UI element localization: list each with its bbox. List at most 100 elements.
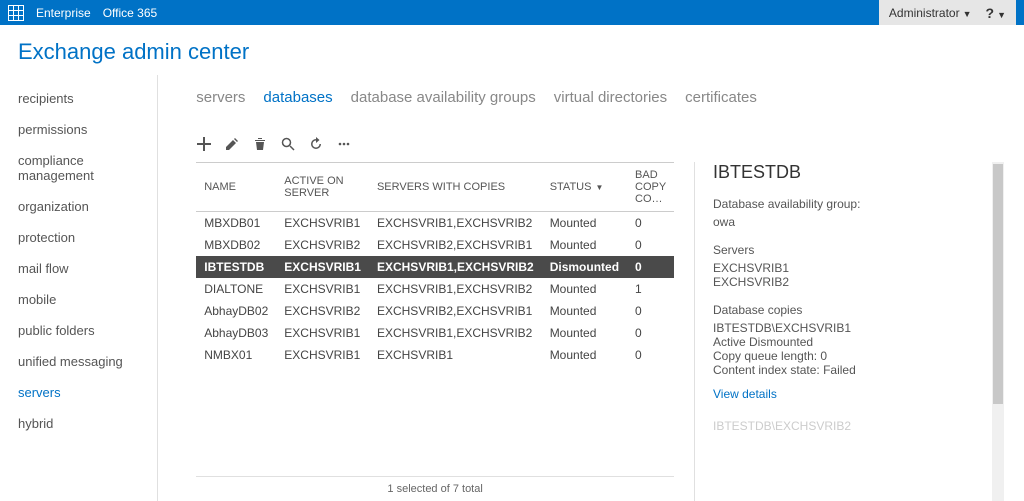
cell-name: AbhayDB03 — [196, 322, 276, 344]
cell-status: Mounted — [542, 322, 627, 344]
cell-bad: 0 — [627, 300, 674, 322]
cell-name: MBXDB02 — [196, 234, 276, 256]
copy-status: Active Dismounted — [713, 335, 990, 349]
tab-databases[interactable]: databases — [263, 89, 332, 106]
col-active-on[interactable]: ACTIVE ON SERVER — [276, 163, 369, 212]
leftnav-item-mobile[interactable]: mobile — [0, 284, 157, 315]
cell-copies: EXCHSVRIB1,EXCHSVRIB2 — [369, 322, 542, 344]
scrollbar-thumb[interactable] — [993, 164, 1003, 404]
col-bad-copy[interactable]: BAD COPY CO… — [627, 163, 674, 212]
table-row[interactable]: AbhayDB03EXCHSVRIB1EXCHSVRIB1,EXCHSVRIB2… — [196, 322, 674, 344]
help-icon[interactable]: ?▼ — [986, 5, 1006, 21]
cell-name: DIALTONE — [196, 278, 276, 300]
table-row[interactable]: MBXDB02EXCHSVRIB2EXCHSVRIB2,EXCHSVRIB1Mo… — [196, 234, 674, 256]
cell-bad: 0 — [627, 322, 674, 344]
leftnav-item-servers[interactable]: servers — [0, 377, 157, 408]
col-name[interactable]: NAME — [196, 163, 276, 212]
cell-status: Mounted — [542, 212, 627, 235]
layout: recipientspermissionscompliance manageme… — [0, 75, 1024, 501]
delete-icon[interactable] — [252, 136, 268, 152]
view-details-link[interactable]: View details — [713, 387, 777, 401]
tab-database-availability-groups[interactable]: database availability groups — [351, 89, 536, 106]
waffle-icon[interactable] — [8, 5, 24, 21]
cell-active: EXCHSVRIB1 — [276, 344, 369, 366]
cell-bad: 0 — [627, 212, 674, 235]
cell-active: EXCHSVRIB1 — [276, 212, 369, 235]
scrollbar[interactable] — [992, 162, 1004, 501]
cell-active: EXCHSVRIB1 — [276, 256, 369, 278]
table-wrap: NAME ACTIVE ON SERVER SERVERS WITH COPIE… — [196, 162, 674, 501]
refresh-icon[interactable] — [308, 136, 324, 152]
link-office365[interactable]: Office 365 — [103, 6, 157, 20]
table-header-row: NAME ACTIVE ON SERVER SERVERS WITH COPIE… — [196, 163, 674, 212]
leftnav-item-permissions[interactable]: permissions — [0, 114, 157, 145]
cell-bad: 0 — [627, 256, 674, 278]
leftnav-item-hybrid[interactable]: hybrid — [0, 408, 157, 439]
leftnav-item-unified-messaging[interactable]: unified messaging — [0, 346, 157, 377]
admin-menu[interactable]: Administrator▼ — [889, 6, 972, 20]
cell-copies: EXCHSVRIB1,EXCHSVRIB2 — [369, 212, 542, 235]
cell-active: EXCHSVRIB2 — [276, 300, 369, 322]
more-icon[interactable] — [336, 136, 352, 152]
server-1: EXCHSVRIB1 — [713, 261, 990, 275]
details-title: IBTESTDB — [713, 162, 990, 183]
cell-name: NMBX01 — [196, 344, 276, 366]
leftnav-item-recipients[interactable]: recipients — [0, 83, 157, 114]
leftnav-item-compliance-management[interactable]: compliance management — [0, 145, 157, 191]
leftnav-item-organization[interactable]: organization — [0, 191, 157, 222]
table-row[interactable]: NMBX01EXCHSVRIB1EXCHSVRIB1Mounted0 — [196, 344, 674, 366]
table-row[interactable]: IBTESTDBEXCHSVRIB1EXCHSVRIB1,EXCHSVRIB2D… — [196, 256, 674, 278]
table-row[interactable]: AbhayDB02EXCHSVRIB2EXCHSVRIB2,EXCHSVRIB1… — [196, 300, 674, 322]
leftnav: recipientspermissionscompliance manageme… — [0, 75, 158, 501]
page-title: Exchange admin center — [0, 25, 1024, 75]
topbar-left: Enterprise Office 365 — [8, 5, 157, 21]
leftnav-item-mail-flow[interactable]: mail flow — [0, 253, 157, 284]
dag-value: owa — [713, 215, 990, 229]
selection-status: 1 selected of 7 total — [196, 476, 674, 501]
topbar: Enterprise Office 365 Administrator▼ ?▼ — [0, 0, 1024, 25]
cell-active: EXCHSVRIB1 — [276, 278, 369, 300]
cell-copies: EXCHSVRIB1,EXCHSVRIB2 — [369, 256, 542, 278]
col-status-label: STATUS — [550, 181, 592, 193]
tab-servers[interactable]: servers — [196, 89, 245, 106]
content-row: NAME ACTIVE ON SERVER SERVERS WITH COPIE… — [196, 162, 1004, 501]
server-2: EXCHSVRIB2 — [713, 275, 990, 289]
cell-bad: 0 — [627, 344, 674, 366]
edit-icon[interactable] — [224, 136, 240, 152]
leftnav-item-protection[interactable]: protection — [0, 222, 157, 253]
details-pane: IBTESTDB Database availability group: ow… — [694, 162, 1004, 501]
col-servers-copies[interactable]: SERVERS WITH COPIES — [369, 163, 542, 212]
table-row[interactable]: DIALTONEEXCHSVRIB1EXCHSVRIB1,EXCHSVRIB2M… — [196, 278, 674, 300]
cell-status: Mounted — [542, 234, 627, 256]
cell-bad: 1 — [627, 278, 674, 300]
cell-bad: 0 — [627, 234, 674, 256]
cell-copies: EXCHSVRIB1 — [369, 344, 542, 366]
sort-desc-icon: ▼ — [595, 183, 603, 192]
col-status[interactable]: STATUS▼ — [542, 163, 627, 212]
cell-status: Mounted — [542, 344, 627, 366]
copy-queue: Copy queue length: 0 — [713, 349, 990, 363]
cell-status: Dismounted — [542, 256, 627, 278]
tab-certificates[interactable]: certificates — [685, 89, 757, 106]
cell-copies: EXCHSVRIB2,EXCHSVRIB1 — [369, 300, 542, 322]
add-icon[interactable] — [196, 136, 212, 152]
copy-name: IBTESTDB\EXCHSVRIB1 — [713, 321, 990, 335]
admin-label: Administrator — [889, 6, 960, 20]
cell-name: MBXDB01 — [196, 212, 276, 235]
databases-table: NAME ACTIVE ON SERVER SERVERS WITH COPIE… — [196, 162, 674, 366]
cell-name: AbhayDB02 — [196, 300, 276, 322]
link-enterprise[interactable]: Enterprise — [36, 6, 91, 20]
cell-copies: EXCHSVRIB1,EXCHSVRIB2 — [369, 278, 542, 300]
copies-label: Database copies — [713, 303, 990, 317]
main: servers databases database availability gr… — [158, 75, 1024, 501]
table-row[interactable]: MBXDB01EXCHSVRIB1EXCHSVRIB1,EXCHSVRIB2Mo… — [196, 212, 674, 235]
copy-index: Content index state: Failed — [713, 363, 990, 377]
cell-active: EXCHSVRIB1 — [276, 322, 369, 344]
tabs: servers databases database availability gr… — [196, 89, 1004, 106]
toolbar — [196, 136, 1004, 152]
cell-active: EXCHSVRIB2 — [276, 234, 369, 256]
cell-copies: EXCHSVRIB2,EXCHSVRIB1 — [369, 234, 542, 256]
leftnav-item-public-folders[interactable]: public folders — [0, 315, 157, 346]
tab-virtual-directories[interactable]: virtual directories — [554, 89, 667, 106]
search-icon[interactable] — [280, 136, 296, 152]
